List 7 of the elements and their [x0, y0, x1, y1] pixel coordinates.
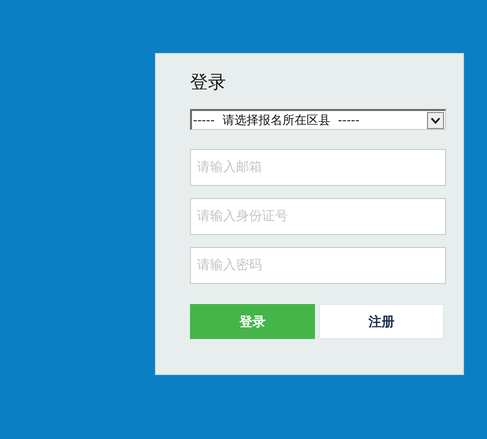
input-field[interactable]: 请输入密码 — [190, 247, 446, 284]
form-title: 登录 — [190, 71, 227, 95]
register-button[interactable]: 注册 — [319, 304, 444, 339]
input-field[interactable]: 请输入身份证号 — [190, 198, 446, 235]
district-select[interactable]: ----- 请选择报名所在区县 ----- — [190, 109, 446, 130]
caret-icon — [427, 112, 444, 128]
input-field[interactable]: 请输入邮箱 — [190, 149, 446, 186]
